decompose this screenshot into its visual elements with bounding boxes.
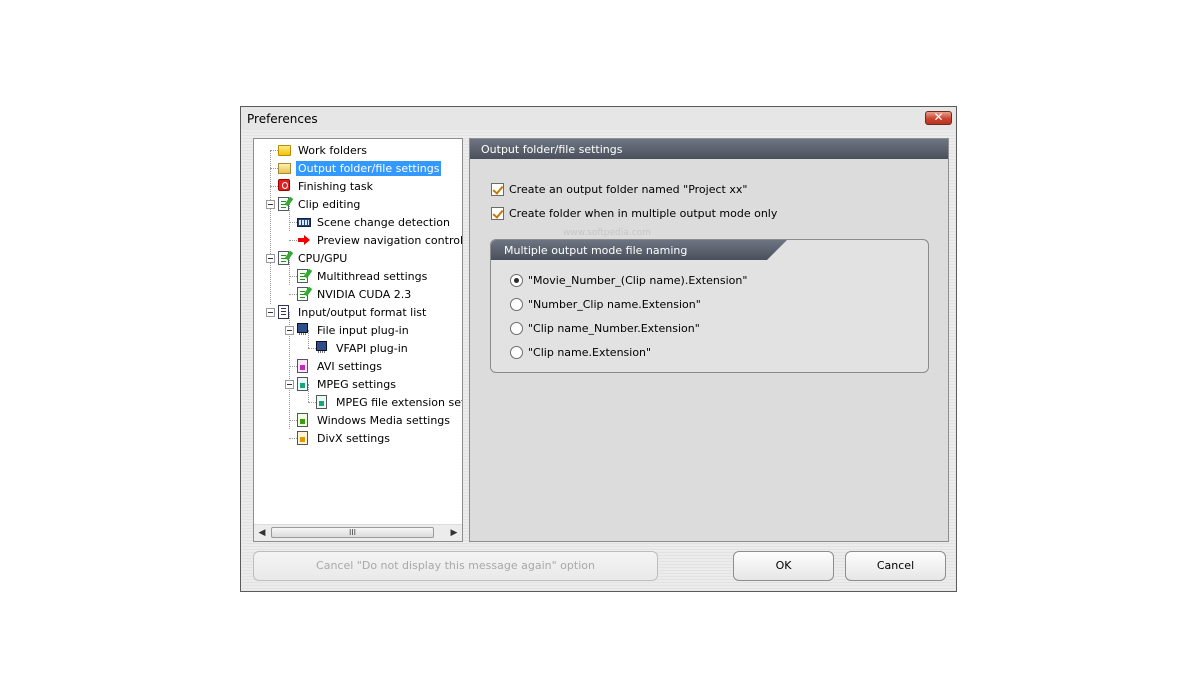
red-arrow-icon — [297, 233, 311, 247]
tree-item-label: Input/output format list — [298, 306, 427, 319]
tree-connector — [289, 222, 297, 223]
tree-item-label: DivX settings — [317, 432, 390, 445]
tree-item-label: Multithread settings — [317, 270, 428, 283]
group-title: Multiple output mode file naming — [504, 244, 688, 257]
tree-item-label: Preview navigation control — [317, 234, 462, 247]
edit-document-icon — [278, 197, 289, 211]
tree-connector — [289, 294, 297, 295]
tree-connector — [270, 168, 278, 169]
tree-item-label: Clip editing — [298, 198, 361, 211]
title-bar[interactable]: Preferences ✕ — [241, 107, 956, 130]
tree-item-label: Work folders — [298, 144, 368, 157]
avi-file-icon — [297, 359, 308, 373]
tree-connector — [270, 150, 271, 304]
group-header: Multiple output mode file naming — [491, 240, 787, 260]
tree-item-label: CPU/GPU — [298, 252, 348, 265]
scroll-left-icon[interactable]: ◀ — [254, 525, 270, 541]
checkbox-label: Create an output folder named "Project x… — [509, 183, 748, 196]
tree-connector — [289, 366, 297, 367]
radio-button[interactable] — [510, 346, 523, 359]
collapse-toggle-format-list[interactable] — [266, 308, 275, 317]
tree-item-label: VFAPI plug-in — [336, 342, 408, 355]
folder-settings-icon — [278, 163, 291, 174]
tree-item-label: MPEG settings — [317, 378, 396, 391]
tree-item-label: File input plug-in — [317, 324, 409, 337]
close-button[interactable]: ✕ — [925, 110, 952, 125]
tree-item-label: NVIDIA CUDA 2.3 — [317, 288, 412, 301]
tree-horizontal-scrollbar[interactable]: ◀ III ▶ — [254, 524, 462, 541]
tree-connector — [289, 204, 290, 231]
wmv-file-icon — [297, 413, 308, 427]
tree-connector — [270, 186, 278, 187]
chip-icon — [297, 323, 308, 335]
tree-connector — [289, 420, 297, 421]
edit-document-icon — [278, 251, 289, 265]
tree-item-label: Windows Media settings — [317, 414, 450, 427]
panel-title: Output folder/file settings — [481, 143, 623, 156]
radio-label: "Clip name.Extension" — [528, 346, 652, 359]
preferences-dialog: Preferences ✕ Work folders Output folder… — [240, 106, 957, 592]
film-strip-icon — [297, 218, 311, 227]
radio-button[interactable] — [510, 274, 523, 287]
collapse-toggle-cpu-gpu[interactable] — [266, 254, 275, 263]
dialog-body: Work folders Output folder/file settings… — [242, 130, 955, 590]
divx-file-icon — [297, 431, 308, 445]
tree-item-label: MPEG file extension settings — [336, 396, 462, 409]
edit-document-icon — [297, 269, 308, 283]
tree-connector — [289, 258, 290, 285]
tree-connector — [289, 240, 297, 241]
close-icon: ✕ — [933, 110, 944, 124]
tree-connector — [270, 150, 278, 151]
mpeg-file-icon — [297, 377, 308, 391]
checkbox-box[interactable] — [491, 183, 504, 196]
collapse-toggle-mpeg[interactable] — [285, 380, 294, 389]
radio-button[interactable] — [510, 322, 523, 335]
folder-icon — [278, 145, 291, 156]
cancel-button[interactable]: Cancel — [845, 551, 946, 581]
radio-button[interactable] — [510, 298, 523, 311]
panel-header: Output folder/file settings — [470, 139, 948, 159]
ok-button[interactable]: OK — [733, 551, 834, 581]
radio-label: "Clip name_Number.Extension" — [528, 322, 700, 335]
collapse-toggle-file-input[interactable] — [285, 326, 294, 335]
scroll-right-icon[interactable]: ▶ — [446, 525, 462, 541]
mpeg-file-icon — [316, 395, 327, 409]
checkbox-label: Create folder when in multiple output mo… — [509, 207, 778, 220]
settings-tree: Work folders Output folder/file settings… — [253, 138, 463, 542]
list-document-icon — [278, 305, 289, 319]
radio-label: "Movie_Number_(Clip name).Extension" — [528, 274, 748, 287]
tree-connector — [308, 348, 316, 349]
radio-label: "Number_Clip name.Extension" — [528, 298, 701, 311]
tree-item-label: Scene change detection — [317, 216, 450, 229]
scrollbar-thumb[interactable]: III — [271, 527, 434, 538]
cancel-dont-display-option-button[interactable]: Cancel "Do not display this message agai… — [253, 551, 658, 581]
tree-item-label: Output folder/file settings — [294, 160, 443, 177]
edit-document-icon — [297, 287, 308, 301]
collapse-toggle-clip-editing[interactable] — [266, 200, 275, 209]
tree-connector — [289, 276, 297, 277]
power-icon — [278, 179, 290, 191]
file-naming-group: Multiple output mode file naming "Movie_… — [490, 239, 929, 373]
tree-item-label: Finishing task — [298, 180, 373, 193]
watermark: www.softpedia.com — [563, 228, 651, 238]
window-title: Preferences — [247, 112, 318, 126]
tree-connector — [308, 402, 316, 403]
settings-panel: Output folder/file settings Create an ou… — [469, 138, 949, 542]
tree-connector — [308, 330, 309, 348]
tree-item-label: AVI settings — [317, 360, 382, 373]
tree-connector — [308, 384, 309, 402]
tree-connector — [289, 438, 297, 439]
checkbox-box[interactable] — [491, 207, 504, 220]
chip-icon — [316, 341, 327, 353]
tree-viewport: Work folders Output folder/file settings… — [254, 139, 462, 525]
